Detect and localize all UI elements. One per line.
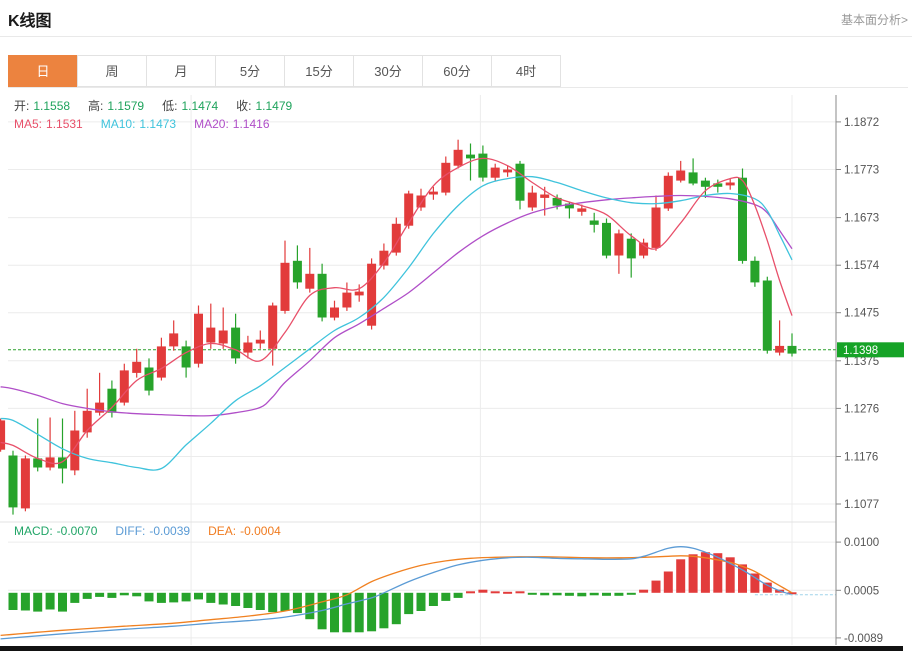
quote-open: 开: 1.1558: [14, 99, 74, 113]
tab-5min[interactable]: 5分: [215, 55, 285, 87]
tab-month[interactable]: 月: [146, 55, 216, 87]
quote-low-value: 1.1474: [181, 99, 218, 113]
price-tick-8: 1.1077: [844, 499, 879, 511]
price-tick-0: 1.1872: [844, 117, 879, 129]
quote-close-label: 收:: [236, 99, 251, 113]
ma-info-bar: MA5: 1.1531 MA10:1.1473 MA20: 1.1416: [14, 117, 288, 131]
quote-low: 低: 1.1474: [162, 99, 222, 113]
fundamental-analysis-link[interactable]: 基本面分析>: [841, 11, 908, 28]
ma-ma5-value: 1.1531: [46, 117, 83, 131]
ma-ma5: MA5: 1.1531: [14, 117, 87, 131]
quote-high-label: 高:: [88, 99, 103, 113]
page-title: K线图: [8, 7, 52, 31]
macd-diff-label: DIFF:: [115, 524, 145, 538]
tab-week[interactable]: 周: [77, 55, 147, 87]
macd-macd: MACD: -0.0070: [14, 524, 101, 538]
header-divider: [0, 36, 912, 37]
quote-high-value: 1.1579: [107, 99, 144, 113]
tab-30min[interactable]: 30分: [353, 55, 423, 87]
macd-macd-label: MACD:: [14, 524, 53, 538]
quote-open-label: 开:: [14, 99, 29, 113]
macd-tick-0: 0.0100: [844, 537, 879, 549]
macd-tick-1: 0.0005: [844, 585, 879, 597]
timeframe-tabs: 日周月5分15分30分60分4时: [8, 55, 561, 87]
gridlines: [0, 95, 836, 645]
quote-close: 收: 1.1479: [236, 99, 296, 113]
current-price-tag: 1.1398: [837, 342, 904, 357]
ohlc-info-bar: 开: 1.1558 高: 1.1579 低: 1.1474 收: 1.1479: [14, 97, 310, 114]
kline-page: 1.1872 1.1773 1.1673 1.1574 1.1475 1.1375 1.12…: [0, 0, 912, 652]
quote-open-value: 1.1558: [33, 99, 70, 113]
price-tick-1: 1.1773: [844, 165, 879, 177]
quote-low-label: 低:: [162, 99, 177, 113]
ma-ma20-value: 1.1416: [233, 117, 270, 131]
current-price-tag-value: 1.1398: [843, 345, 878, 357]
tab-60min[interactable]: 60分: [422, 55, 492, 87]
ma-ma20-label: MA20:: [194, 117, 229, 131]
ma-ma10-value: 1.1473: [139, 117, 176, 131]
macd-dea-label: DEA:: [208, 524, 236, 538]
ma-ma20: MA20: 1.1416: [194, 117, 273, 131]
price-tick-3: 1.1574: [844, 260, 880, 272]
price-tick-6: 1.1276: [844, 403, 879, 415]
macd-dea-value: -0.0004: [240, 524, 281, 538]
macd-diff-value: -0.0039: [149, 524, 190, 538]
price-tick-2: 1.1673: [844, 213, 879, 225]
tab-underline: [8, 87, 908, 88]
quote-close-value: 1.1479: [255, 99, 292, 113]
price-tick-4: 1.1475: [844, 308, 879, 320]
macd-macd-value: -0.0070: [57, 524, 98, 538]
macd-tick-2: -0.0089: [844, 633, 883, 645]
tab-4hour[interactable]: 4时: [491, 55, 561, 87]
bottom-scrollbar[interactable]: [0, 646, 903, 651]
price-tick-5: 1.1375: [844, 356, 879, 368]
price-axis: 1.1872 1.1773 1.1673 1.1574 1.1475 1.1375 1.12…: [836, 95, 883, 645]
macd-info-bar: MACD: -0.0070 DIFF: -0.0039 DEA: -0.0004: [14, 524, 299, 538]
tab-day[interactable]: 日: [8, 55, 78, 87]
macd-dea: DEA: -0.0004: [208, 524, 285, 538]
tab-15min[interactable]: 15分: [284, 55, 354, 87]
ma5-line: [1, 158, 792, 463]
price-tick-7: 1.1176: [844, 452, 878, 464]
macd-diff: DIFF: -0.0039: [115, 524, 194, 538]
ma-ma10: MA10:1.1473: [101, 117, 180, 131]
ma-ma5-label: MA5:: [14, 117, 42, 131]
macd-histogram: [9, 552, 797, 632]
quote-high: 高: 1.1579: [88, 99, 148, 113]
ma-ma10-label: MA10:: [101, 117, 136, 131]
